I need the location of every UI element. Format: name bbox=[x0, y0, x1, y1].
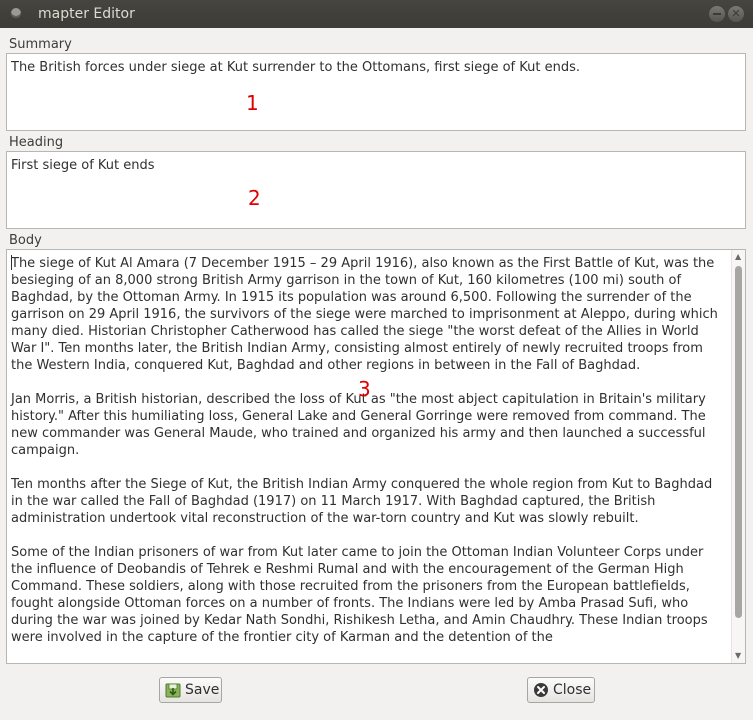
body-paragraph: Some of the Indian prisoners of war from… bbox=[11, 545, 708, 645]
scroll-down-icon[interactable]: ▼ bbox=[735, 652, 741, 660]
save-icon bbox=[165, 683, 181, 698]
close-x-icon: ✕ bbox=[731, 7, 741, 20]
app-icon bbox=[11, 8, 21, 18]
summary-text: The British forces under siege at Kut su… bbox=[11, 60, 580, 75]
close-button-label: Close bbox=[553, 682, 592, 698]
title-bar[interactable]: mapter Editor ✕ bbox=[0, 0, 753, 28]
summary-label: Summary bbox=[9, 37, 72, 52]
minimize-icon bbox=[713, 13, 721, 15]
body-label: Body bbox=[9, 233, 42, 248]
save-button[interactable]: Save bbox=[159, 677, 222, 703]
body-paragraph: Ten months after the Siege of Kut, the B… bbox=[11, 477, 713, 526]
body-text: The siege of Kut Al Amara (7 December 19… bbox=[11, 255, 727, 663]
heading-marker: 2 bbox=[248, 186, 261, 210]
heading-field[interactable]: First siege of Kut ends 2 bbox=[6, 151, 746, 229]
summary-field[interactable]: The British forces under siege at Kut su… bbox=[6, 53, 746, 131]
body-paragraph: The siege of Kut Al Amara (7 December 19… bbox=[11, 256, 718, 373]
body-paragraph: Jan Morris, a British historian, describ… bbox=[11, 392, 706, 458]
text-caret bbox=[11, 255, 12, 270]
summary-marker: 1 bbox=[246, 91, 259, 115]
heading-label: Heading bbox=[9, 135, 64, 150]
heading-text: First siege of Kut ends bbox=[11, 158, 155, 173]
body-scrollbar[interactable]: ▲ ▼ bbox=[731, 250, 745, 663]
body-field[interactable]: The siege of Kut Al Amara (7 December 19… bbox=[6, 249, 746, 664]
close-button[interactable]: Close bbox=[527, 677, 595, 703]
scroll-up-icon[interactable]: ▲ bbox=[735, 253, 741, 261]
minimize-button[interactable] bbox=[709, 6, 725, 22]
window-title: mapter Editor bbox=[38, 6, 135, 22]
close-window-button[interactable]: ✕ bbox=[728, 6, 744, 22]
editor-window: mapter Editor ✕ Summary The British forc… bbox=[0, 0, 753, 720]
body-marker: 3 bbox=[358, 377, 371, 401]
scrollbar-thumb[interactable] bbox=[735, 266, 742, 618]
save-button-label: Save bbox=[185, 682, 220, 698]
close-icon bbox=[534, 683, 548, 697]
